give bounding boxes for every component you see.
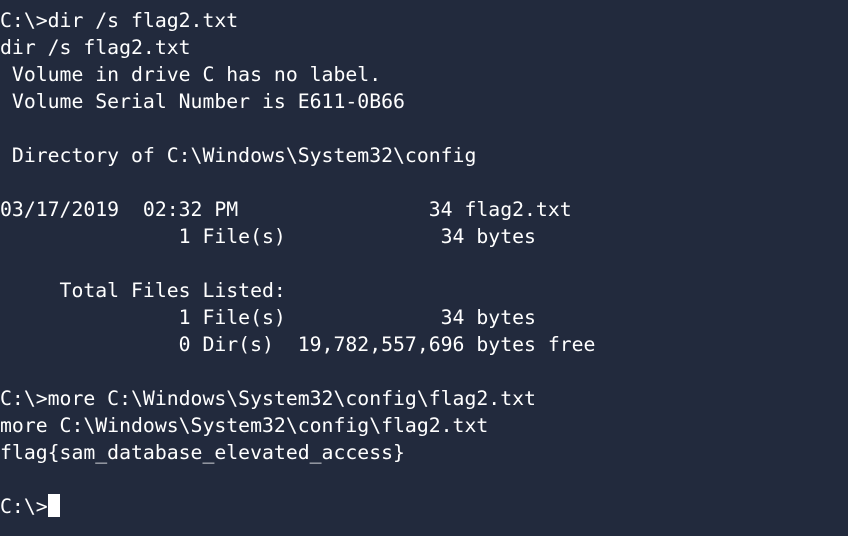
text-cursor — [47, 494, 60, 517]
command-echo-more: more C:\Windows\System32\config\flag2.tx… — [0, 414, 489, 437]
directory-heading: Directory of C:\Windows\System32\config — [0, 144, 477, 167]
total-files-heading: Total Files Listed: — [0, 279, 286, 302]
file-count-summary: 1 File(s) 34 bytes — [0, 225, 536, 248]
command-line-more: C:\>more C:\Windows\System32\config\flag… — [0, 387, 536, 410]
current-prompt-line[interactable]: C:\> — [0, 493, 848, 520]
command-echo-dir: dir /s flag2.txt — [0, 36, 191, 59]
prompt-text: C:\> — [0, 495, 48, 518]
flag-output: flag{sam_database_elevated_access} — [0, 441, 405, 464]
command-line-dir: C:\>dir /s flag2.txt — [0, 9, 239, 32]
total-dir-free-space: 0 Dir(s) 19,782,557,696 bytes free — [0, 333, 596, 356]
file-entry-line: 03/17/2019 02:32 PM 34 flag2.txt — [0, 198, 572, 221]
total-file-count: 1 File(s) 34 bytes — [0, 306, 536, 329]
terminal-window[interactable]: C:\>dir /s flag2.txt dir /s flag2.txt Vo… — [0, 0, 848, 536]
volume-serial-line: Volume Serial Number is E611-0B66 — [0, 90, 405, 113]
volume-label-line: Volume in drive C has no label. — [0, 63, 382, 86]
